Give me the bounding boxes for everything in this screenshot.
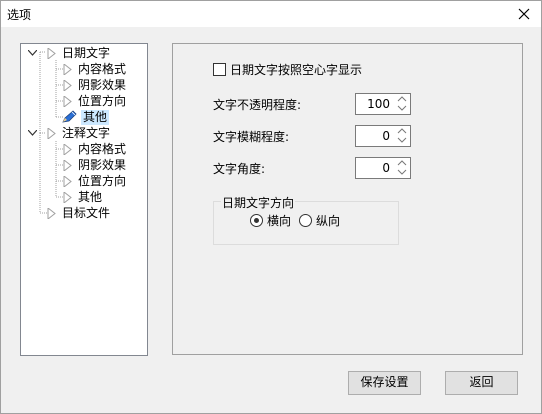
node-arrow-icon	[47, 127, 56, 139]
category-tree[interactable]: 日期文字 内容格式 阴影效果 位置方向 其他 注释文字 内容格式 阴影效果 位置…	[20, 43, 148, 356]
opacity-spinbox[interactable]: 100	[355, 93, 411, 115]
tree-node-label: 其他	[78, 189, 103, 204]
vertical-radio[interactable]	[299, 214, 312, 227]
node-arrow-icon	[63, 159, 72, 171]
spin-arrows-icon[interactable]	[396, 127, 408, 144]
node-arrow-icon	[47, 47, 56, 59]
tree-node-annotation-other[interactable]: 其他	[61, 189, 104, 205]
close-button[interactable]	[511, 3, 537, 25]
node-arrow-icon	[63, 175, 72, 187]
tree-node-label: 内容格式	[78, 61, 127, 76]
vertical-label: 纵向	[316, 214, 341, 228]
spin-arrows-icon[interactable]	[396, 159, 408, 176]
collapse-icon[interactable]	[27, 128, 37, 138]
blur-value: 0	[382, 129, 390, 143]
node-arrow-icon	[63, 63, 72, 75]
tree-node-date-text[interactable]: 日期文字	[27, 45, 112, 61]
back-button[interactable]: 返回	[445, 371, 518, 395]
collapse-icon[interactable]	[27, 48, 37, 58]
tree-node-date-content-format[interactable]: 内容格式	[61, 61, 128, 77]
tree-node-annotation-position[interactable]: 位置方向	[61, 173, 128, 189]
tree-node-label: 内容格式	[78, 141, 127, 156]
vertical-option[interactable]: 纵向	[299, 212, 340, 229]
pen-icon	[62, 110, 77, 123]
hollow-text-label: 日期文字按照空心字显示	[230, 63, 363, 77]
node-arrow-icon	[63, 191, 72, 203]
settings-panel: 日期文字按照空心字显示 文字不透明程度: 100 文字模糊程度: 0 文字角度:…	[172, 43, 523, 355]
tree-node-label: 位置方向	[78, 173, 127, 188]
node-arrow-icon	[47, 207, 56, 219]
tree-node-annotation-content-format[interactable]: 内容格式	[61, 141, 128, 157]
tree-node-target-file[interactable]: 目标文件	[45, 205, 112, 221]
tree-node-label: 日期文字	[62, 45, 111, 60]
tree-node-annotation-shadow-effect[interactable]: 阴影效果	[61, 157, 128, 173]
spin-arrows-icon[interactable]	[396, 95, 408, 112]
tree-node-annotation-text[interactable]: 注释文字	[27, 125, 112, 141]
hollow-text-checkbox[interactable]	[213, 63, 226, 76]
direction-group: 日期文字方向 横向 纵向	[213, 194, 399, 245]
horizontal-label: 横向	[267, 214, 292, 228]
horizontal-option[interactable]: 横向	[250, 212, 291, 229]
close-icon	[518, 8, 530, 20]
tree-node-date-shadow-effect[interactable]: 阴影效果	[61, 77, 128, 93]
node-arrow-icon	[63, 95, 72, 107]
blur-spinbox[interactable]: 0	[355, 125, 411, 147]
horizontal-radio[interactable]	[250, 214, 263, 227]
tree-node-label: 阴影效果	[78, 157, 127, 172]
blur-label: 文字模糊程度:	[213, 130, 290, 144]
tree-node-date-position[interactable]: 位置方向	[61, 93, 128, 109]
options-dialog: 选项 日期文字 内容格式 阴影效果 位置方向 其他 注释文字 内容格式 阴影效果…	[0, 0, 542, 414]
tree-node-date-other[interactable]: 其他	[61, 109, 110, 125]
title-bar: 选项	[1, 1, 541, 27]
window-title: 选项	[7, 8, 32, 22]
tree-node-label: 其他	[81, 109, 110, 125]
hollow-text-option[interactable]: 日期文字按照空心字显示	[213, 61, 362, 78]
angle-value: 0	[382, 161, 390, 175]
opacity-label: 文字不透明程度:	[213, 98, 302, 112]
save-settings-button[interactable]: 保存设置	[348, 371, 421, 395]
node-arrow-icon	[63, 79, 72, 91]
node-arrow-icon	[63, 143, 72, 155]
angle-spinbox[interactable]: 0	[355, 157, 411, 179]
angle-label: 文字角度:	[213, 162, 266, 176]
direction-group-title: 日期文字方向	[221, 194, 296, 211]
opacity-value: 100	[367, 97, 390, 111]
tree-node-label: 目标文件	[62, 205, 111, 220]
tree-node-label: 注释文字	[62, 125, 111, 140]
tree-node-label: 位置方向	[78, 93, 127, 108]
tree-node-label: 阴影效果	[78, 77, 127, 92]
